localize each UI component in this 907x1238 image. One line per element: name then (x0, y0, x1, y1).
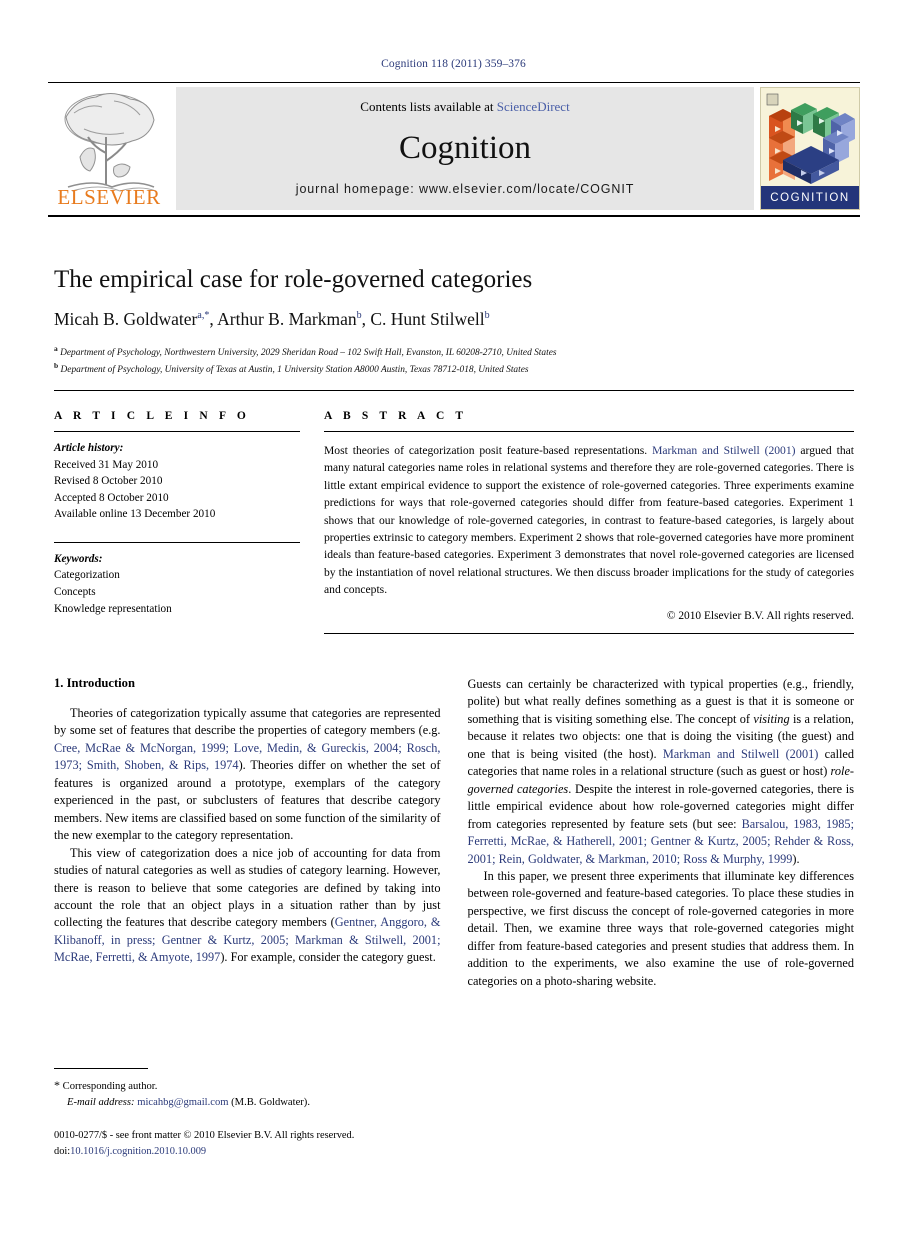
history-item-3: Available online 13 December 2010 (54, 508, 216, 521)
keyword-0: Categorization (54, 569, 120, 582)
corresponding-author-line: * Corresponding author. (54, 1076, 440, 1095)
author-2-name: C. Hunt Stilwell (370, 308, 485, 329)
affiliation-b-text: Department of Psychology, University of … (60, 365, 529, 376)
title-block: The empirical case for role-governed cat… (54, 266, 854, 392)
article-info-column: A R T I C L E I N F O Article history: R… (54, 410, 300, 634)
masthead-bottom-rule (48, 215, 860, 217)
journal-cover-thumbnail: COGNITION (760, 87, 860, 210)
p1-text-a: Theories of categorization typically ass… (54, 706, 441, 738)
affiliation-list: a Department of Psychology, Northwestern… (54, 343, 854, 378)
masthead-top-rule (48, 82, 860, 83)
affiliation-a-text: Department of Psychology, Northwestern U… (60, 347, 557, 358)
keywords-block: Keywords: Categorization Concepts Knowle… (54, 551, 300, 617)
body-left-column: 1. Introduction Theories of categorizati… (54, 676, 441, 990)
author-0-name: Micah B. Goldwater (54, 308, 198, 329)
issn-copyright-line: 0010-0277/$ - see front matter © 2010 El… (54, 1130, 355, 1141)
info-abstract-region: A R T I C L E I N F O Article history: R… (54, 410, 854, 634)
affiliation-b-mark: b (54, 361, 59, 371)
abstract-text-2: argued that many natural categories name… (324, 444, 854, 597)
author-list: Micah B. Goldwatera,*, Arthur B. Markman… (54, 309, 854, 330)
page-title: The empirical case for role-governed cat… (54, 266, 533, 293)
running-head: Cognition 118 (2011) 359–376 (381, 58, 526, 70)
elsevier-wordmark: ELSEVIER (57, 185, 161, 209)
journal-title: Cognition (398, 130, 532, 166)
author-2-marks: b (484, 309, 490, 321)
footnote-rule (54, 1068, 148, 1069)
author-2: C. Hunt Stilwellb (370, 309, 489, 329)
abstract-rule (324, 431, 854, 432)
author-sep-0: , (209, 308, 218, 329)
author-1: Arthur B. Markmanb (217, 309, 362, 329)
abstract-text-1: Most theories of categorization posit fe… (324, 444, 653, 457)
abstract-heading: A B S T R A C T (324, 410, 468, 422)
article-page: Cognition 118 (2011) 359–376 ELSEVIER Co… (0, 0, 907, 1238)
contents-list-line: Contents lists available at ScienceDirec… (360, 99, 569, 115)
abstract-body: Most theories of categorization posit fe… (324, 442, 854, 599)
email-line: E-mail address: micahbg@gmail.com (M.B. … (54, 1095, 440, 1111)
colophon-block: 0010-0277/$ - see front matter © 2010 El… (54, 1128, 474, 1159)
paragraph-4: In this paper, we present three experime… (467, 868, 855, 988)
asterisk-icon: * (54, 1078, 60, 1092)
article-history-block: Article history: Received 31 May 2010 Re… (54, 440, 300, 523)
paragraph-3: Guests can certainly be characterized wi… (468, 676, 855, 868)
impossible-triangle-icon (761, 88, 859, 188)
p3-citation-1[interactable]: Markman and Stilwell (2001) (663, 747, 819, 761)
p2-text-b: ). For example, consider the category gu… (220, 950, 436, 965)
footnote-body: * Corresponding author. E-mail address: … (54, 1076, 440, 1111)
abstract-bottom-rule (324, 632, 854, 634)
history-item-1: Revised 8 October 2010 (54, 475, 163, 488)
keywords-label: Keywords: (54, 552, 103, 565)
paragraph-1: Theories of categorization typically ass… (54, 705, 441, 845)
affiliation-a: a Department of Psychology, Northwestern… (54, 343, 854, 361)
author-0-marks: a,* (197, 309, 210, 321)
doi-label: doi: (54, 1145, 71, 1157)
author-0: Micah B. Goldwatera,* (54, 309, 209, 329)
body-right-column: Guests can certainly be characterized wi… (468, 676, 855, 990)
elsevier-logo: ELSEVIER (48, 87, 170, 210)
masthead-center-panel: Contents lists available at ScienceDirec… (176, 87, 754, 210)
paragraph-2: This view of categorization does a nice … (54, 845, 441, 967)
abstract-copyright: © 2010 Elsevier B.V. All rights reserved… (666, 609, 854, 622)
author-1-name: Arthur B. Markman (217, 308, 357, 329)
doi-line: doi:10.1016/j.cognition.2010.10.009 (54, 1144, 474, 1160)
elsevier-tree-icon (54, 87, 164, 200)
email-label: E-mail address: (67, 1096, 135, 1108)
keyword-1: Concepts (54, 586, 96, 599)
affiliation-a-mark: a (54, 343, 58, 353)
keywords-rule (54, 541, 300, 543)
history-item-2: Accepted 8 October 2010 (54, 491, 169, 504)
doi-link[interactable]: 10.1016/j.cognition.2010.10.009 (70, 1146, 206, 1157)
cover-journal-label: COGNITION (761, 186, 859, 209)
section-1-title: 1. Introduction (54, 676, 135, 690)
article-info-heading: A R T I C L E I N F O (54, 410, 250, 422)
p3-text-e: ). (792, 851, 800, 866)
sciencedirect-link[interactable]: ScienceDirect (497, 99, 570, 114)
abstract-citation-1[interactable]: Markman and Stilwell (2001) (652, 444, 795, 457)
affiliation-b: b Department of Psychology, University o… (54, 360, 854, 378)
title-block-rule (54, 390, 854, 392)
journal-masthead: ELSEVIER Contents lists available at Sci… (48, 82, 860, 217)
body-columns: 1. Introduction Theories of categorizati… (54, 676, 854, 990)
contents-prefix: Contents lists available at (360, 99, 497, 114)
history-item-0: Received 31 May 2010 (54, 458, 159, 471)
journal-homepage-link[interactable]: journal homepage: www.elsevier.com/locat… (296, 182, 634, 196)
keyword-2: Knowledge representation (54, 602, 172, 615)
article-info-rule (54, 431, 300, 432)
article-history-label: Article history: (54, 442, 124, 454)
abstract-column: A B S T R A C T Most theories of categor… (324, 410, 854, 634)
email-suffix: (M.B. Goldwater). (228, 1096, 310, 1108)
footnote-block: * Corresponding author. E-mail address: … (54, 1068, 440, 1111)
email-link[interactable]: micahbg@gmail.com (137, 1097, 228, 1108)
corresponding-author-text: Corresponding author. (62, 1081, 158, 1092)
p3-italic-visiting: visiting (753, 711, 790, 726)
